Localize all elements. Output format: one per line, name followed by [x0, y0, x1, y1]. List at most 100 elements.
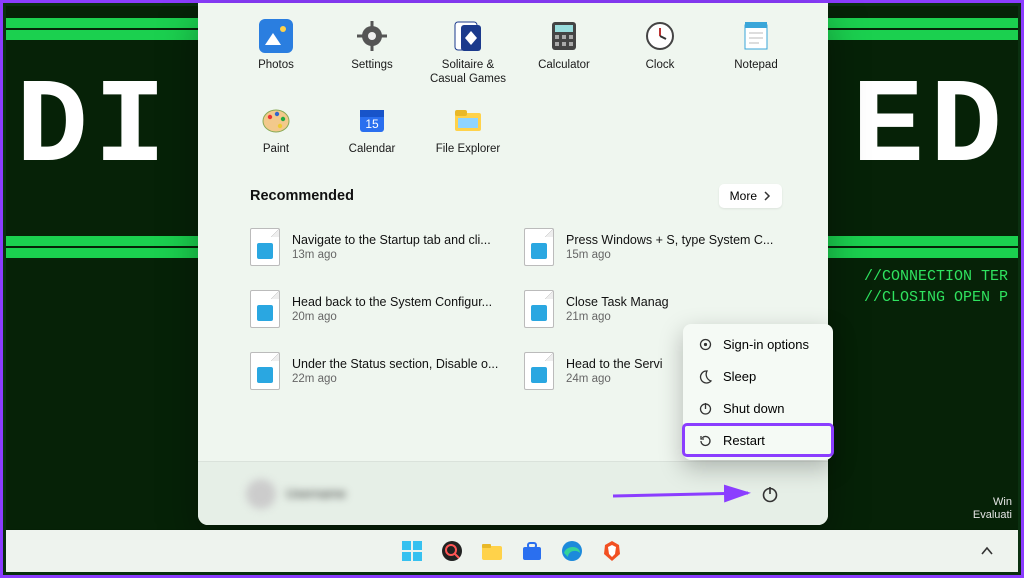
file-icon [524, 290, 554, 328]
rec-meta: Press Windows + S, type System C... 15m … [566, 233, 773, 261]
calendar-icon: 15 [355, 103, 389, 137]
file-explorer-icon [480, 539, 504, 563]
pinned-app-photos[interactable]: Photos [228, 13, 324, 97]
rec-subtitle: 20m ago [292, 311, 492, 323]
windows-icon [400, 539, 424, 563]
taskbar-store[interactable] [515, 534, 549, 568]
recommended-title: Recommended [250, 188, 354, 204]
taskbar [6, 530, 1018, 572]
recommended-item[interactable]: Head back to the System Configur... 20m … [244, 286, 508, 332]
rec-title: Under the Status section, Disable o... [292, 357, 498, 371]
rec-meta: Head to the Servi 24m ago [566, 357, 663, 385]
start-footer: Username [198, 461, 828, 525]
taskbar-start-button[interactable] [395, 534, 429, 568]
power-menu-sleep[interactable]: Sleep [683, 360, 833, 392]
paint-icon [259, 103, 293, 137]
menu-label: Sleep [723, 369, 756, 384]
recommended-header: Recommended More [198, 166, 828, 216]
taskbar-edge[interactable] [555, 534, 589, 568]
chevron-up-icon [980, 544, 994, 558]
power-menu-signin-options[interactable]: Sign-in options [683, 328, 833, 360]
recommended-item[interactable]: Navigate to the Startup tab and cli... 1… [244, 224, 508, 270]
pinned-app-calendar[interactable]: 15 Calendar [324, 97, 420, 167]
bg-text: DI [16, 61, 172, 197]
user-name: Username [286, 486, 346, 501]
pinned-app-solitaire[interactable]: Solitaire & Casual Games [420, 13, 516, 97]
pinned-section: Photos Settings Solitaire & Casual Games… [198, 3, 828, 166]
rec-subtitle: 21m ago [566, 311, 669, 323]
app-label: File Explorer [436, 143, 501, 157]
calculator-icon [547, 19, 581, 53]
rec-subtitle: 15m ago [566, 249, 773, 261]
file-icon [524, 228, 554, 266]
taskbar-center [395, 534, 629, 568]
power-button[interactable] [760, 484, 780, 504]
file-icon [524, 352, 554, 390]
restart-icon [697, 432, 713, 448]
recommended-item[interactable]: Press Windows + S, type System C... 15m … [518, 224, 782, 270]
file-icon [250, 228, 280, 266]
solitaire-icon [451, 19, 485, 53]
rec-meta: Under the Status section, Disable o... 2… [292, 357, 498, 385]
pinned-app-paint[interactable]: Paint [228, 97, 324, 167]
taskbar-brave[interactable] [595, 534, 629, 568]
notepad-icon [739, 19, 773, 53]
file-icon [250, 352, 280, 390]
app-label: Notepad [734, 59, 777, 73]
app-label: Paint [263, 143, 289, 157]
app-label: Photos [258, 59, 294, 73]
pinned-app-clock[interactable]: Clock [612, 13, 708, 97]
watermark-line: Win [973, 496, 1012, 509]
taskbar-right [970, 530, 1004, 572]
taskbar-search-button[interactable] [435, 534, 469, 568]
power-icon [697, 400, 713, 416]
photos-icon [259, 19, 293, 53]
settings-icon [355, 19, 389, 53]
app-label: Solitaire & Casual Games [423, 59, 513, 87]
bg-text: ED [852, 61, 1008, 197]
svg-text:15: 15 [365, 117, 379, 131]
rec-meta: Navigate to the Startup tab and cli... 1… [292, 233, 491, 261]
pinned-app-file-explorer[interactable]: File Explorer [420, 97, 516, 167]
more-button[interactable]: More [719, 184, 782, 208]
more-label: More [730, 189, 757, 203]
bg-small-text: //CONNECTION TER //CLOSING OPEN P [864, 266, 1008, 308]
avatar [246, 479, 276, 509]
menu-label: Restart [723, 433, 765, 448]
power-menu: Sign-in options Sleep Shut down Restart [683, 324, 833, 460]
recommended-item[interactable]: Under the Status section, Disable o... 2… [244, 348, 508, 394]
menu-label: Sign-in options [723, 337, 809, 352]
rec-subtitle: 22m ago [292, 373, 498, 385]
pinned-app-calculator[interactable]: Calculator [516, 13, 612, 97]
gear-icon [697, 336, 713, 352]
rec-title: Head to the Servi [566, 357, 663, 371]
rec-meta: Head back to the System Configur... 20m … [292, 295, 492, 323]
rec-subtitle: 24m ago [566, 373, 663, 385]
menu-label: Shut down [723, 401, 784, 416]
power-menu-shutdown[interactable]: Shut down [683, 392, 833, 424]
taskbar-file-explorer[interactable] [475, 534, 509, 568]
rec-title: Close Task Manag [566, 295, 669, 309]
rec-subtitle: 13m ago [292, 249, 491, 261]
pinned-grid: Photos Settings Solitaire & Casual Games… [228, 13, 798, 166]
edge-icon [560, 539, 584, 563]
user-account-button[interactable]: Username [246, 479, 346, 509]
pinned-app-notepad[interactable]: Notepad [708, 13, 804, 97]
power-icon [761, 485, 779, 503]
taskbar-overflow-button[interactable] [970, 534, 1004, 568]
app-label: Calendar [349, 143, 396, 157]
app-label: Calculator [538, 59, 590, 73]
chevron-right-icon [763, 191, 771, 201]
rec-title: Navigate to the Startup tab and cli... [292, 233, 491, 247]
clock-icon [643, 19, 677, 53]
watermark-line: Evaluati [973, 509, 1012, 522]
rec-title: Head back to the System Configur... [292, 295, 492, 309]
pinned-app-settings[interactable]: Settings [324, 13, 420, 97]
bg-line: //CONNECTION TER [864, 266, 1008, 287]
file-explorer-icon [451, 103, 485, 137]
rec-title: Press Windows + S, type System C... [566, 233, 773, 247]
watermark: Win Evaluati [973, 496, 1012, 522]
app-label: Settings [351, 59, 393, 73]
power-menu-restart[interactable]: Restart [683, 424, 833, 456]
bg-line: //CLOSING OPEN P [864, 287, 1008, 308]
